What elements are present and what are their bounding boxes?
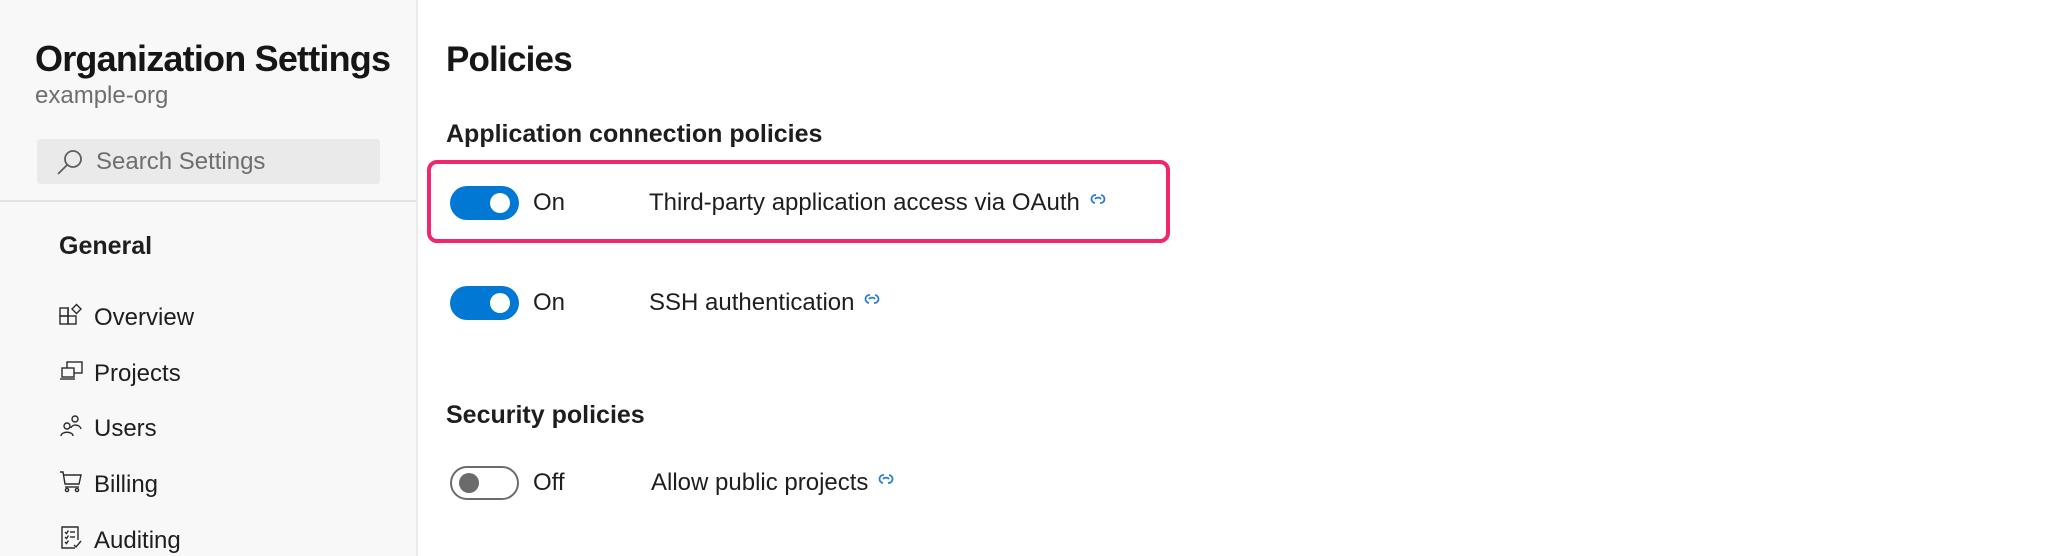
- toggle-knob: [459, 473, 479, 493]
- overview-icon: [59, 303, 82, 325]
- projects-icon: [60, 361, 83, 380]
- link-icon[interactable]: [1087, 188, 1109, 210]
- link-icon[interactable]: [861, 288, 883, 310]
- sidebar: Organization Settings example-org Genera…: [0, 0, 418, 556]
- sidebar-item-billing[interactable]: Billing: [59, 465, 379, 505]
- sidebar-item-label: Users: [94, 415, 157, 442]
- toggle-state-label: Off: [533, 469, 565, 496]
- sidebar-divider: [0, 200, 416, 202]
- group-title-security: Security policies: [446, 401, 645, 429]
- sidebar-item-overview[interactable]: Overview: [59, 298, 379, 338]
- page-title: Policies: [446, 40, 573, 79]
- policy-row-ssh: On SSH authentication: [450, 283, 1250, 323]
- policy-label: Third-party application access via OAuth: [649, 189, 1080, 216]
- sidebar-item-auditing[interactable]: Auditing: [59, 521, 379, 556]
- users-icon: [60, 415, 82, 437]
- sidebar-item-label: Billing: [94, 471, 159, 498]
- search-input[interactable]: [96, 147, 356, 176]
- sidebar-item-label: Projects: [94, 360, 181, 387]
- search-box[interactable]: [37, 139, 380, 184]
- toggle-state-label: On: [533, 189, 566, 216]
- link-icon[interactable]: [875, 468, 897, 490]
- app: Organization Settings example-org Genera…: [0, 0, 2048, 556]
- oauth-toggle[interactable]: [450, 186, 519, 220]
- toggle-knob: [490, 293, 510, 313]
- sidebar-item-label: Auditing: [94, 527, 181, 554]
- sidebar-item-users[interactable]: Users: [59, 409, 379, 449]
- policy-label: Allow public projects: [651, 469, 869, 496]
- toggle-knob: [490, 193, 510, 213]
- sidebar-item-label: Overview: [94, 304, 195, 331]
- cart-icon: [60, 471, 82, 493]
- public-projects-toggle[interactable]: [450, 466, 519, 500]
- policy-row-oauth: On Third-party application access via OA…: [450, 183, 1250, 223]
- main-content: Policies Application connection policies…: [420, 0, 2048, 556]
- section-label-general: General: [59, 232, 153, 260]
- policy-row-public-projects: Off Allow public projects: [450, 463, 1250, 503]
- policy-label: SSH authentication: [649, 289, 855, 316]
- group-title-application-connection: Application connection policies: [446, 120, 823, 148]
- org-name: example-org: [35, 82, 169, 109]
- sidebar-item-projects[interactable]: Projects: [59, 354, 379, 394]
- search-icon: [57, 149, 82, 175]
- org-settings-title: Organization Settings: [35, 38, 391, 79]
- checklist-icon: [61, 526, 82, 549]
- toggle-state-label: On: [533, 289, 566, 316]
- ssh-toggle[interactable]: [450, 286, 519, 320]
